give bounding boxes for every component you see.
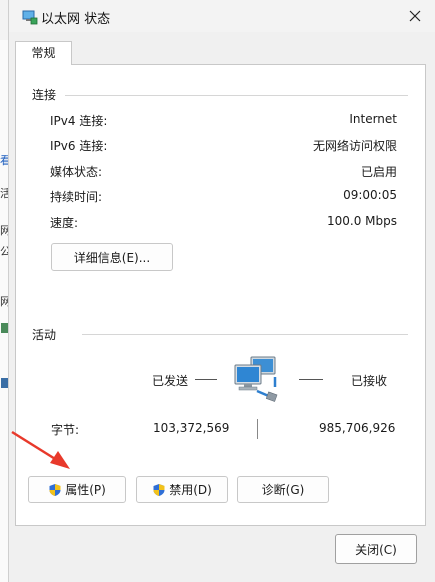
details-button[interactable]: 详细信息(E)... [51, 243, 173, 271]
duration-label: 持续时间: [50, 190, 103, 204]
media-state-label: 媒体状态: [50, 165, 103, 179]
activity-heading: 活动 [32, 328, 57, 342]
network-computers-icon [234, 356, 278, 402]
ipv4-label: IPv4 连接: [50, 114, 108, 128]
ipv4-value: Internet [349, 112, 397, 126]
received-label: 已接收 [351, 374, 388, 388]
ipv6-label: IPv6 连接: [50, 139, 108, 153]
activity-divider [82, 334, 408, 335]
speed-label: 速度: [50, 216, 79, 230]
general-panel: 连接 IPv4 连接: Internet IPv6 连接: 无网络访问权限 媒体… [15, 64, 426, 526]
ethernet-status-dialog: 以太网 状态 常规 连接 IPv4 连接: Internet IPv6 连接: … [8, 0, 435, 582]
uac-shield-icon [49, 483, 61, 496]
close-button[interactable]: 关闭(C) [335, 534, 417, 564]
bytes-sent-value: 103,372,569 [153, 421, 230, 435]
sent-line [195, 379, 217, 380]
speed-value: 100.0 Mbps [326, 214, 397, 228]
window-close-button[interactable] [399, 0, 431, 32]
disable-label: 禁用(D) [169, 483, 212, 497]
network-adapter-icon [22, 10, 38, 25]
tab-general[interactable]: 常规 [15, 41, 72, 65]
ipv6-value: 无网络访问权限 [312, 139, 397, 153]
connection-heading: 连接 [32, 88, 57, 102]
close-icon [409, 10, 421, 22]
diagnose-button[interactable]: 诊断(G) [237, 476, 329, 503]
bytes-separator [257, 419, 258, 439]
received-line [299, 379, 323, 380]
disable-button[interactable]: 禁用(D) [136, 476, 228, 503]
uac-shield-icon [153, 483, 165, 496]
connection-divider [65, 95, 408, 96]
properties-label: 属性(P) [65, 483, 106, 497]
duration-value: 09:00:05 [343, 188, 397, 202]
media-state-value: 已启用 [360, 165, 397, 179]
window-title: 以太网 状态 [41, 12, 111, 27]
sent-label: 已发送 [152, 374, 189, 388]
bytes-label: 字节: [51, 423, 80, 437]
properties-button[interactable]: 属性(P) [28, 476, 126, 503]
title-bar: 以太网 状态 [9, 0, 435, 32]
bytes-received-value: 985,706,926 [319, 421, 396, 435]
